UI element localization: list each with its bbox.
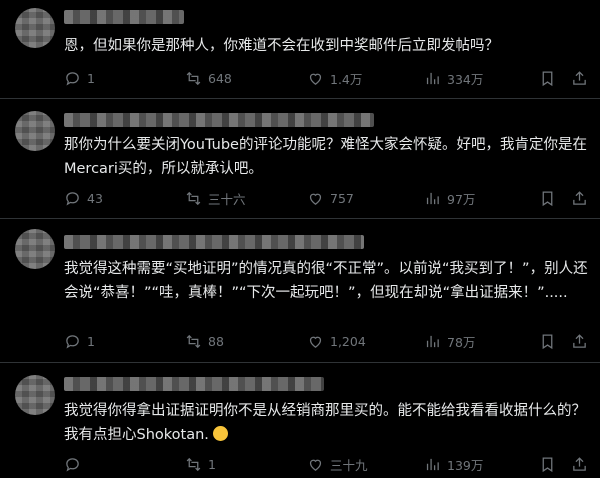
post-text: 恩，但如果你是那种人，你难道不会在收到中奖邮件后立即发帖吗？ (64, 38, 499, 54)
bookmark-button[interactable] (539, 454, 562, 474)
share-button[interactable] (571, 331, 594, 351)
views-button[interactable]: 334万 (424, 68, 483, 88)
reply-count: 1 (87, 333, 95, 349)
action-bar: 1 三十九 139万 (64, 454, 594, 474)
like-count: 757 (330, 190, 354, 206)
action-bar: 1 648 1.4万 334万 (64, 68, 594, 88)
share-icon (573, 456, 586, 471)
post-text: 我觉得这种需要“买地证明”的情况真的很“不正常”。以前说“我买到了！”，别人还会… (64, 261, 588, 301)
views-count: 334万 (447, 71, 484, 87)
repost-button[interactable]: 三十六 (185, 188, 246, 208)
post-2[interactable]: 那你为什么要关闭YouTube的评论功能呢？难怪大家会怀疑。好吧，我肯定你是在M… (0, 99, 600, 217)
repost-button[interactable]: 88 (185, 331, 224, 351)
like-count: 1.4万 (330, 71, 363, 87)
repost-icon (186, 334, 201, 348)
reply-icon (66, 191, 79, 206)
like-button[interactable]: 三十九 (307, 454, 368, 474)
username-blurred[interactable] (64, 10, 184, 24)
post-text: 那你为什么要关闭YouTube的评论功能呢？难怪大家会怀疑。好吧，我肯定你是在M… (64, 137, 587, 177)
like-button[interactable]: 1.4万 (307, 68, 362, 88)
views-button[interactable]: 78万 (424, 331, 475, 351)
views-count: 97万 (447, 191, 476, 207)
views-icon (426, 335, 439, 347)
avatar[interactable] (15, 8, 55, 48)
like-icon (309, 73, 322, 85)
reply-button[interactable] (64, 454, 87, 474)
bookmark-icon (542, 456, 553, 472)
views-icon (426, 458, 439, 470)
bookmark-icon (542, 190, 553, 206)
repost-count: 三十六 (208, 191, 246, 207)
repost-button[interactable]: 648 (185, 68, 232, 88)
views-button[interactable]: 97万 (424, 188, 475, 208)
views-count: 78万 (447, 334, 476, 350)
repost-count: 1 (208, 456, 216, 472)
share-icon (573, 190, 586, 205)
like-button[interactable]: 1,204 (307, 331, 366, 351)
like-count: 1,204 (330, 333, 366, 349)
views-count: 139万 (447, 457, 484, 473)
bookmark-button[interactable] (539, 331, 562, 351)
views-icon (426, 192, 439, 204)
reply-button[interactable]: 1 (64, 331, 95, 351)
share-button[interactable] (571, 454, 594, 474)
like-icon (309, 459, 322, 471)
share-icon (573, 70, 586, 85)
bookmark-button[interactable] (539, 68, 562, 88)
reply-icon (66, 457, 79, 472)
share-button[interactable] (571, 188, 594, 208)
share-icon (573, 333, 586, 348)
action-bar: 43 三十六 757 97万 (64, 188, 594, 208)
bookmark-icon (542, 333, 553, 349)
views-button[interactable]: 139万 (424, 454, 483, 474)
reply-button[interactable]: 43 (64, 188, 103, 208)
username-blurred[interactable] (64, 113, 374, 127)
repost-count: 88 (208, 333, 224, 349)
username-blurred[interactable] (64, 235, 364, 249)
like-icon (309, 193, 322, 205)
avatar[interactable] (15, 375, 55, 415)
like-button[interactable]: 757 (307, 188, 354, 208)
repost-icon (186, 457, 201, 471)
reply-button[interactable]: 1 (64, 68, 95, 88)
username-blurred[interactable] (64, 377, 324, 391)
avatar[interactable] (15, 111, 55, 151)
action-bar: 1 88 1,204 78万 (64, 331, 594, 351)
views-icon (426, 72, 439, 84)
reply-icon (66, 71, 79, 86)
post-text: 我觉得你得拿出证据证明你不是从经销商那里买的。能不能给我看看收据什么的？我有点担… (64, 399, 592, 447)
emoji-icon (212, 426, 228, 441)
share-button[interactable] (571, 68, 594, 88)
like-count: 三十九 (330, 457, 368, 473)
reply-icon (66, 334, 79, 349)
post-1[interactable]: 恩，但如果你是那种人，你难道不会在收到中奖邮件后立即发帖吗？ 1 648 1.4… (0, 0, 600, 98)
repost-icon (186, 71, 201, 85)
post-4[interactable]: 我觉得你得拿出证据证明你不是从经销商那里买的。能不能给我看看收据什么的？我有点担… (0, 363, 600, 478)
post-text-content: 我觉得你得拿出证据证明你不是从经销商那里买的。能不能给我看看收据什么的？我有点担… (64, 403, 586, 443)
repost-button[interactable]: 1 (185, 454, 216, 474)
bookmark-icon (542, 70, 553, 86)
reply-count: 43 (87, 190, 103, 206)
reply-count: 1 (87, 70, 95, 86)
avatar[interactable] (15, 229, 55, 269)
bookmark-button[interactable] (539, 188, 562, 208)
like-icon (309, 336, 322, 348)
repost-count: 648 (208, 70, 232, 86)
post-3[interactable]: 我觉得这种需要“买地证明”的情况真的很“不正常”。以前说“我买到了！”，别人还会… (0, 219, 600, 362)
repost-icon (186, 191, 201, 205)
